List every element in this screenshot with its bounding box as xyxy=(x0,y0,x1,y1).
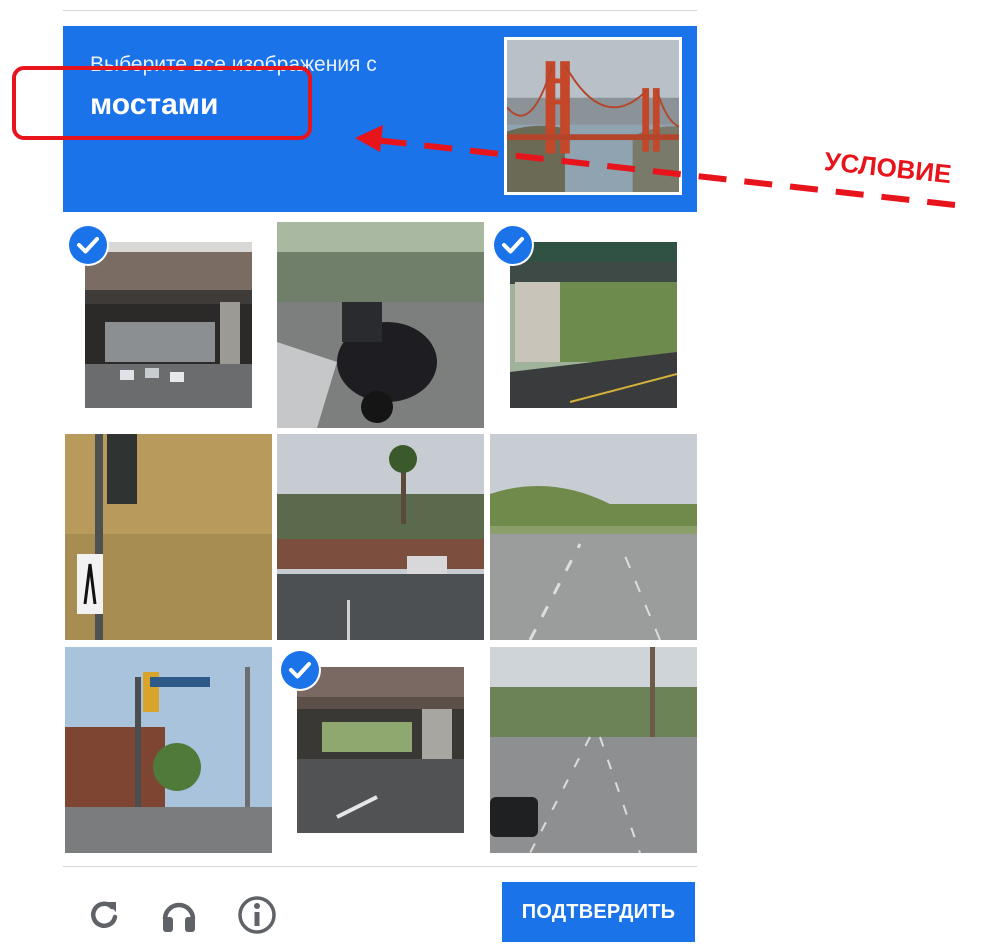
tile-9[interactable] xyxy=(490,647,697,853)
check-icon xyxy=(69,226,107,264)
top-divider xyxy=(63,10,697,11)
tile-6[interactable] xyxy=(490,434,697,640)
check-icon xyxy=(281,651,319,689)
tile-image-overpass xyxy=(85,242,252,408)
tile-1[interactable] xyxy=(65,222,272,428)
tile-image-overpass-road xyxy=(297,667,464,833)
tile-image-traffic-light-field xyxy=(65,434,272,640)
tile-8[interactable] xyxy=(277,647,484,853)
headphones-icon[interactable] xyxy=(157,893,201,937)
sample-image-bridge xyxy=(504,37,682,195)
tile-2[interactable] xyxy=(277,222,484,428)
condition-highlight-box xyxy=(12,66,312,140)
info-icon[interactable] xyxy=(235,893,279,937)
tile-3[interactable] xyxy=(490,222,697,428)
reload-icon[interactable] xyxy=(82,893,126,937)
image-grid xyxy=(63,220,699,856)
tile-5[interactable] xyxy=(277,434,484,640)
tile-image-motorcycle xyxy=(277,222,484,428)
tile-image-palm-street xyxy=(277,434,484,640)
tile-image-intersection xyxy=(65,647,272,853)
check-icon xyxy=(494,226,532,264)
bottom-divider xyxy=(63,866,697,867)
verify-button[interactable]: ПОДТВЕРДИТЬ xyxy=(502,882,695,942)
tile-7[interactable] xyxy=(65,647,272,853)
tile-image-empty-road xyxy=(490,434,697,640)
condition-label: УСЛОВИЕ xyxy=(822,146,953,190)
tile-4[interactable] xyxy=(65,434,272,640)
tile-image-green-bridge xyxy=(510,242,677,408)
tile-image-multilane-street xyxy=(490,647,697,853)
